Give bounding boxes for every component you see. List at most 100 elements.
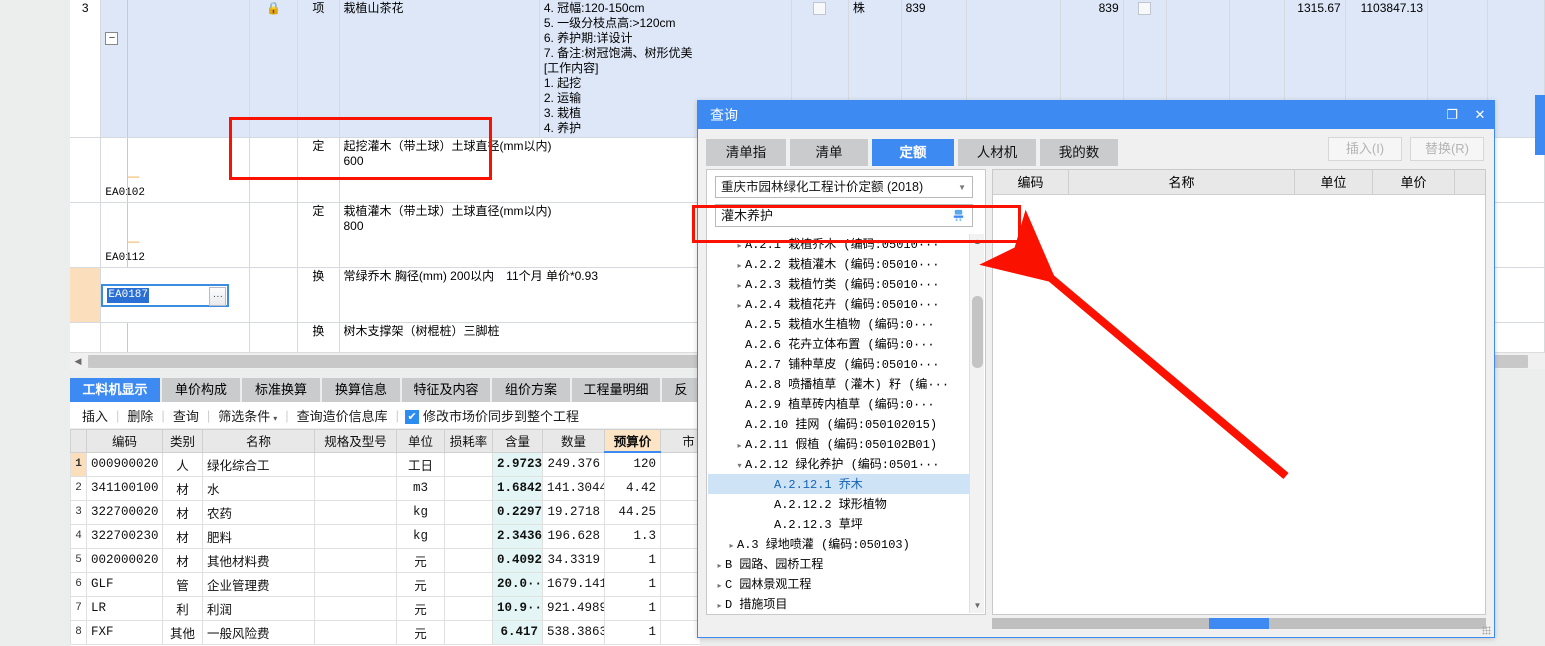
cell-unit[interactable]: m3 xyxy=(396,475,445,501)
cell-content[interactable]: 2.3436 xyxy=(492,523,543,549)
checkbox-icon[interactable] xyxy=(813,2,827,16)
tab-huansuanxinxi[interactable]: 换算信息 xyxy=(322,378,400,402)
dialog-results-pane[interactable]: 编码 名称 单位 单价 xyxy=(992,169,1486,615)
tab-gongliaoji[interactable]: 工料机显示 xyxy=(70,378,160,402)
cell-name[interactable]: 一般风险费 xyxy=(202,619,315,645)
col-header-category[interactable]: 类别 xyxy=(162,429,203,453)
expand-icon[interactable]: ▸ xyxy=(734,236,745,256)
query-dialog[interactable]: 查询 ❐ ✕ 清单指引 清单 定额 人材机 我的数据 插入(I) 替换(R) 重… xyxy=(697,100,1495,638)
price-library-button[interactable]: 查询造价信息库 xyxy=(289,406,396,425)
cell-spec[interactable] xyxy=(314,571,397,597)
cell-quantity[interactable]: 249.376 xyxy=(542,451,605,477)
cell-unit[interactable]: kg xyxy=(396,499,445,525)
col-header-name[interactable]: 名称 xyxy=(202,429,315,453)
expand-icon[interactable]: ▸ xyxy=(734,256,745,276)
scroll-left-icon[interactable]: ◀ xyxy=(70,353,86,370)
cell-loss[interactable] xyxy=(444,451,493,477)
cell-code[interactable]: 322700230 xyxy=(86,523,163,549)
search-brush-icon[interactable] xyxy=(951,208,966,223)
cell-category[interactable]: 管 xyxy=(162,571,203,597)
filter-condition-button[interactable]: 筛选条件 ▾ xyxy=(210,406,285,425)
cell-loss[interactable] xyxy=(444,619,493,645)
dialog-action-buttons[interactable]: 插入(I) 替换(R) xyxy=(1328,137,1484,161)
row-code[interactable]: EA0112 xyxy=(105,252,145,264)
sync-market-price-checkbox[interactable]: ✔ 修改市场价同步到整个工程 xyxy=(399,406,587,425)
collapse-icon[interactable]: ▾ xyxy=(734,456,745,476)
resize-grip[interactable] xyxy=(1482,626,1491,635)
cell-loss[interactable] xyxy=(444,571,493,597)
table-row[interactable]: 7 LR 利 利润 元 10.9··· 921.4989 1 xyxy=(70,595,700,621)
tab-biaozhunhuansuan[interactable]: 标准换算 xyxy=(242,378,320,402)
tree-node[interactable]: ▸ C 园林景观工程 xyxy=(708,574,984,594)
cell-content[interactable]: 6.417 xyxy=(492,619,543,645)
cell-unit[interactable]: kg xyxy=(396,523,445,549)
cell-loss[interactable] xyxy=(444,595,493,621)
cell-market-price[interactable] xyxy=(660,595,700,621)
cell-loss[interactable] xyxy=(444,547,493,573)
col-header-market-price[interactable]: 市 xyxy=(660,429,700,453)
cell-loss[interactable] xyxy=(444,499,493,525)
cell-unit[interactable]: 元 xyxy=(396,547,445,573)
cell-quantity[interactable]: 921.4989 xyxy=(542,595,605,621)
cell-code[interactable]: 002000020 xyxy=(86,547,163,573)
cell-unit[interactable]: 元 xyxy=(396,571,445,597)
checkbox-checked-icon[interactable]: ✔ xyxy=(405,410,420,425)
col-header-code[interactable]: 编码 xyxy=(86,429,163,453)
cell-quantity[interactable]: 196.628 xyxy=(542,523,605,549)
materials-table[interactable]: 编码 类别 名称 规格及型号 单位 损耗率 含量 数量 预算价 市 1 0009… xyxy=(70,429,700,646)
cell-market-price[interactable] xyxy=(660,547,700,573)
cell-name[interactable]: 水 xyxy=(202,475,315,501)
tree-node[interactable]: ▸ A.2.3 栽植竹类 (编码:05010··· xyxy=(708,274,984,294)
cell-category[interactable]: 材 xyxy=(162,475,203,501)
ellipsis-button[interactable]: ··· xyxy=(209,287,227,306)
tree-node[interactable]: A.2.10 挂网 (编码:050102015) xyxy=(708,414,984,434)
cell-code[interactable]: 322700020 xyxy=(86,499,163,525)
cell-unit[interactable]: 工日 xyxy=(396,451,445,477)
tree-node[interactable]: ▸ A.3 绿地喷灌 (编码:050103) xyxy=(708,534,984,554)
cell-content[interactable]: 0.4092 xyxy=(492,547,543,573)
col-header-rownum[interactable] xyxy=(70,429,87,453)
table-row[interactable]: 2 341100100 材 水 m3 1.6842 141.3044 4.42 xyxy=(70,475,700,501)
tree-node[interactable]: A.2.12.3 草坪 xyxy=(708,514,984,534)
cell-quantity[interactable]: 538.3863 xyxy=(542,619,605,645)
expand-icon[interactable]: ▸ xyxy=(734,276,745,296)
tree-node[interactable]: A.2.5 栽植水生植物 (编码:0··· xyxy=(708,314,984,334)
expand-icon[interactable]: ▸ xyxy=(714,556,725,576)
tab-rencaiji[interactable]: 人材机 xyxy=(958,139,1036,166)
cell-budget-price[interactable]: 1 xyxy=(604,547,661,573)
tree-node[interactable]: A.2.7 铺种草皮 (编码:05010··· xyxy=(708,354,984,374)
cell-quantity[interactable]: 1679.141 xyxy=(542,571,605,597)
cell-name[interactable]: 绿化综合工 xyxy=(202,451,315,477)
cell-market-price[interactable] xyxy=(660,571,700,597)
row-name[interactable]: 栽植山茶花 xyxy=(339,0,540,138)
tree-node[interactable]: A.2.12.2 球形植物 xyxy=(708,494,984,514)
insert-button[interactable]: 插入 xyxy=(74,406,116,425)
cell-code[interactable]: LR xyxy=(86,595,163,621)
cell-name[interactable]: 企业管理费 xyxy=(202,571,315,597)
tree-node[interactable]: ▸ A.2.1 栽植乔木 (编码:05010··· xyxy=(708,234,984,254)
cell-spec[interactable] xyxy=(314,595,397,621)
tree-node[interactable]: ▸ B 园路、园桥工程 xyxy=(708,554,984,574)
tree-node[interactable]: A.2.8 喷播植草 (灌木) 籽 (编··· xyxy=(708,374,984,394)
tree-node[interactable]: A.2.6 花卉立体布置 (编码:0··· xyxy=(708,334,984,354)
cell-code[interactable]: 341100100 xyxy=(86,475,163,501)
cell-name[interactable]: 农药 xyxy=(202,499,315,525)
tab-fan[interactable]: 反 xyxy=(662,378,700,402)
query-button[interactable]: 查询 xyxy=(165,406,207,425)
cell-spec[interactable] xyxy=(314,547,397,573)
tree-node[interactable]: ▸ D 措施项目 xyxy=(708,594,984,613)
checkbox-icon[interactable] xyxy=(1138,2,1152,16)
dialog-tab-bar[interactable]: 清单指引 清单 定额 人材机 我的数据 xyxy=(706,139,1118,187)
expand-icon[interactable]: ▸ xyxy=(734,436,745,456)
cell-code[interactable]: 000900020 xyxy=(86,451,163,477)
maximize-icon[interactable]: ❐ xyxy=(1438,107,1466,123)
col-header-unit[interactable]: 单位 xyxy=(1295,170,1373,194)
cell-spec[interactable] xyxy=(314,619,397,645)
cell-category[interactable]: 其他 xyxy=(162,619,203,645)
tree-node[interactable]: ▸ A.2.11 假植 (编码:050102B01) xyxy=(708,434,984,454)
chevron-down-icon[interactable]: ▾ xyxy=(273,414,277,423)
expand-icon[interactable]: ▸ xyxy=(734,296,745,316)
tree-vertical-scrollbar[interactable]: ▲ ▼ xyxy=(969,234,984,613)
cell-spec[interactable] xyxy=(314,475,397,501)
cell-unit[interactable]: 元 xyxy=(396,619,445,645)
